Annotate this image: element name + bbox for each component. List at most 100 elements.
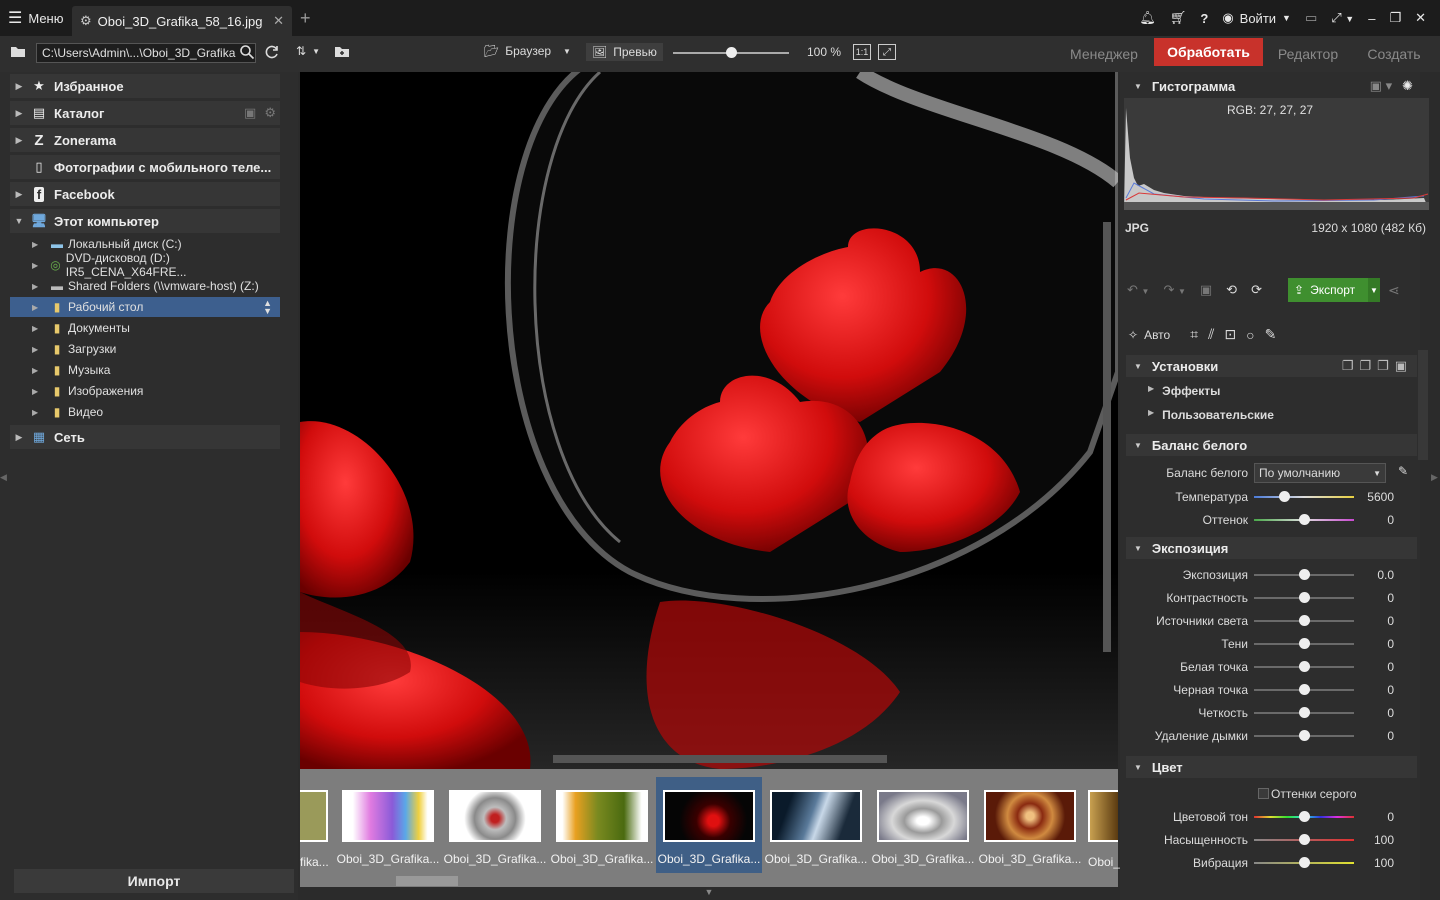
- thumbnail[interactable]: Oboi_3D_Grafika...: [977, 777, 1083, 873]
- close-window-icon[interactable]: ✕: [1415, 10, 1426, 26]
- tab-create[interactable]: Создать: [1356, 36, 1432, 72]
- compare-icon[interactable]: ▣: [1200, 282, 1212, 298]
- nav-documents[interactable]: ▶ ▮ Документы: [10, 318, 280, 338]
- menu-button[interactable]: ☰ Меню: [0, 0, 70, 36]
- nav-pictures[interactable]: ▶ ▮ Изображения: [10, 381, 280, 401]
- slider-handle[interactable]: [1299, 638, 1310, 649]
- cart-icon[interactable]: 🛒︎: [1170, 10, 1187, 26]
- folder-up-icon[interactable]: [10, 44, 26, 61]
- circle-mask-icon[interactable]: ○: [1246, 327, 1254, 343]
- path-input[interactable]: C:\Users\Admin\...\Oboi_3D_Grafika: [36, 43, 256, 63]
- slider-handle[interactable]: [1299, 684, 1310, 695]
- thumbnail-image[interactable]: [1088, 790, 1118, 842]
- new-folder-icon[interactable]: [334, 44, 350, 61]
- restore-icon[interactable]: ❐: [1389, 10, 1401, 26]
- thumbnail-image[interactable]: [300, 790, 328, 842]
- sort-button[interactable]: ⇅ ▼: [296, 44, 320, 58]
- nav-videos[interactable]: ▶ ▮ Видео: [10, 402, 280, 422]
- slider-handle[interactable]: [1299, 592, 1310, 603]
- nav-facebook[interactable]: ▶ f Facebook: [10, 182, 280, 206]
- perspective-icon[interactable]: ⫽: [1208, 326, 1214, 343]
- nav-music[interactable]: ▶ ▮ Музыка: [10, 360, 280, 380]
- nav-downloads[interactable]: ▶ ▮ Загрузки: [10, 339, 280, 359]
- settings-icon[interactable]: ✺: [1402, 78, 1413, 94]
- rotate-left-icon[interactable]: ⟲: [1226, 282, 1237, 298]
- undo-icon[interactable]: ↶ ▼: [1127, 282, 1149, 298]
- slider-handle[interactable]: [1299, 569, 1310, 580]
- tab-editor[interactable]: Редактор: [1268, 36, 1348, 72]
- thumbnail[interactable]: Oboi_3D_Grafika...: [870, 777, 976, 873]
- slider-handle[interactable]: [1299, 707, 1310, 718]
- nav-mobile-photos[interactable]: ▯ Фотографии с мобильного теле...: [10, 155, 280, 179]
- close-tab-icon[interactable]: ✕: [273, 13, 284, 29]
- screen-icon[interactable]: ▭: [1305, 10, 1317, 26]
- browser-button[interactable]: 📂︎ Браузер ▼: [484, 44, 571, 58]
- chevron-down-icon[interactable]: ▼: [1368, 278, 1380, 302]
- histogram-header[interactable]: ▼ Гистограмма ▣ ▾ ✺: [1126, 75, 1417, 97]
- nav-desktop[interactable]: ▶ ▮ Рабочий стол ▲ ▼: [10, 297, 280, 317]
- bell-icon[interactable]: 🔔︎: [1139, 10, 1156, 26]
- collapse-left-icon[interactable]: ◀: [0, 472, 8, 496]
- grayscale-checkbox[interactable]: [1258, 788, 1269, 799]
- color-header[interactable]: ▼ Цвет: [1126, 756, 1417, 778]
- nav-network[interactable]: ▶ ▦ Сеть: [10, 425, 280, 449]
- thumbnail[interactable]: Oboi_3D_Grafika...: [763, 777, 869, 873]
- preview-button[interactable]: 🖼︎ Превью: [586, 43, 663, 61]
- help-icon[interactable]: ?: [1200, 11, 1208, 26]
- actual-size-button[interactable]: 1:1: [853, 44, 871, 60]
- collapse-right-icon[interactable]: ▶: [1431, 472, 1440, 496]
- nav-catalog[interactable]: ▶ ▤ Каталог ▣ ⚙: [10, 101, 280, 125]
- saturation-slider-handle[interactable]: [1299, 834, 1310, 845]
- fullscreen-icon[interactable]: ⤢ ▼: [1331, 10, 1354, 26]
- hue-slider-handle[interactable]: [1299, 811, 1310, 822]
- fit-screen-icon[interactable]: ⤢: [878, 44, 896, 60]
- thumbnail[interactable]: Oboi_3D_Grafika...: [549, 777, 655, 873]
- add-folder-icon[interactable]: ▣: [244, 105, 256, 121]
- crop-icon[interactable]: ⌗: [1190, 326, 1198, 343]
- preset-custom[interactable]: ▶ Пользовательские: [1148, 408, 1274, 422]
- temperature-slider-handle[interactable]: [1279, 491, 1290, 502]
- nav-zonerama[interactable]: ▶ Z Zonerama: [10, 128, 280, 152]
- redo-icon[interactable]: ↷ ▼: [1163, 282, 1185, 298]
- slider-handle[interactable]: [1299, 661, 1310, 672]
- nav-this-pc[interactable]: ▼ 🖥︎ Этот компьютер: [10, 209, 280, 233]
- brush-icon[interactable]: ✎: [1265, 326, 1277, 343]
- minimize-icon[interactable]: –: [1368, 11, 1375, 26]
- login-button[interactable]: ◉ Войти ▼: [1222, 10, 1291, 26]
- temperature-slider[interactable]: [1254, 496, 1354, 498]
- thumbnail[interactable]: Oboi_3D_Grafika...: [442, 777, 548, 873]
- panel-scrollbar[interactable]: [1418, 350, 1428, 460]
- presets-header[interactable]: ▼ Установки ❐❐❐▣: [1126, 355, 1417, 377]
- collapse-filmstrip-icon[interactable]: ▼: [700, 887, 718, 900]
- tab-manager[interactable]: Менеджер: [1062, 36, 1146, 72]
- thumbnail[interactable]: Oboi_3D_Grafika...: [335, 777, 441, 873]
- new-tab-button[interactable]: +: [300, 8, 311, 29]
- tint-slider-handle[interactable]: [1299, 514, 1310, 525]
- nav-favorites[interactable]: ▶ ★ Избранное: [10, 74, 280, 98]
- preset-effects[interactable]: ▶ Эффекты: [1148, 384, 1220, 398]
- white-balance-header[interactable]: ▼ Баланс белого: [1126, 434, 1417, 456]
- slider-handle[interactable]: [1299, 615, 1310, 626]
- refresh-icon[interactable]: [264, 44, 280, 63]
- document-tab[interactable]: ⚙ Oboi_3D_Grafika_58_16.jpg ✕: [72, 6, 292, 36]
- eyedropper-icon[interactable]: ✎: [1398, 464, 1408, 478]
- rotate-right-icon[interactable]: ⟳: [1251, 282, 1262, 298]
- zoom-slider-handle[interactable]: [726, 47, 737, 58]
- histogram-mode-icon[interactable]: ▣ ▾: [1370, 78, 1392, 94]
- white-balance-select[interactable]: По умолчанию ▼: [1254, 463, 1386, 483]
- sort-arrows-icon[interactable]: ▲ ▼: [263, 299, 272, 316]
- export-button[interactable]: ⇪ Экспорт ▼: [1288, 278, 1380, 302]
- import-button[interactable]: Импорт: [14, 869, 294, 893]
- exposure-header[interactable]: ▼ Экспозиция: [1126, 537, 1417, 559]
- vibrance-slider-handle[interactable]: [1299, 857, 1310, 868]
- gear-icon[interactable]: ⚙: [264, 105, 276, 121]
- tab-process[interactable]: Обработать: [1154, 38, 1263, 66]
- search-icon[interactable]: [239, 44, 255, 63]
- filmstrip-scrollbar[interactable]: [396, 876, 458, 886]
- share-icon[interactable]: ⋖: [1388, 282, 1400, 299]
- nav-drive-d[interactable]: ▶ ◎ DVD-дисковод (D:) IR5_CENA_X64FRE...: [10, 251, 280, 279]
- thumbnail-selected[interactable]: Oboi_3D_Grafika...: [656, 777, 762, 873]
- slider-handle[interactable]: [1299, 730, 1310, 741]
- image-viewer[interactable]: [300, 72, 1118, 769]
- nav-drive-z[interactable]: ▶ ▬ Shared Folders (\\vmware-host) (Z:): [10, 276, 280, 296]
